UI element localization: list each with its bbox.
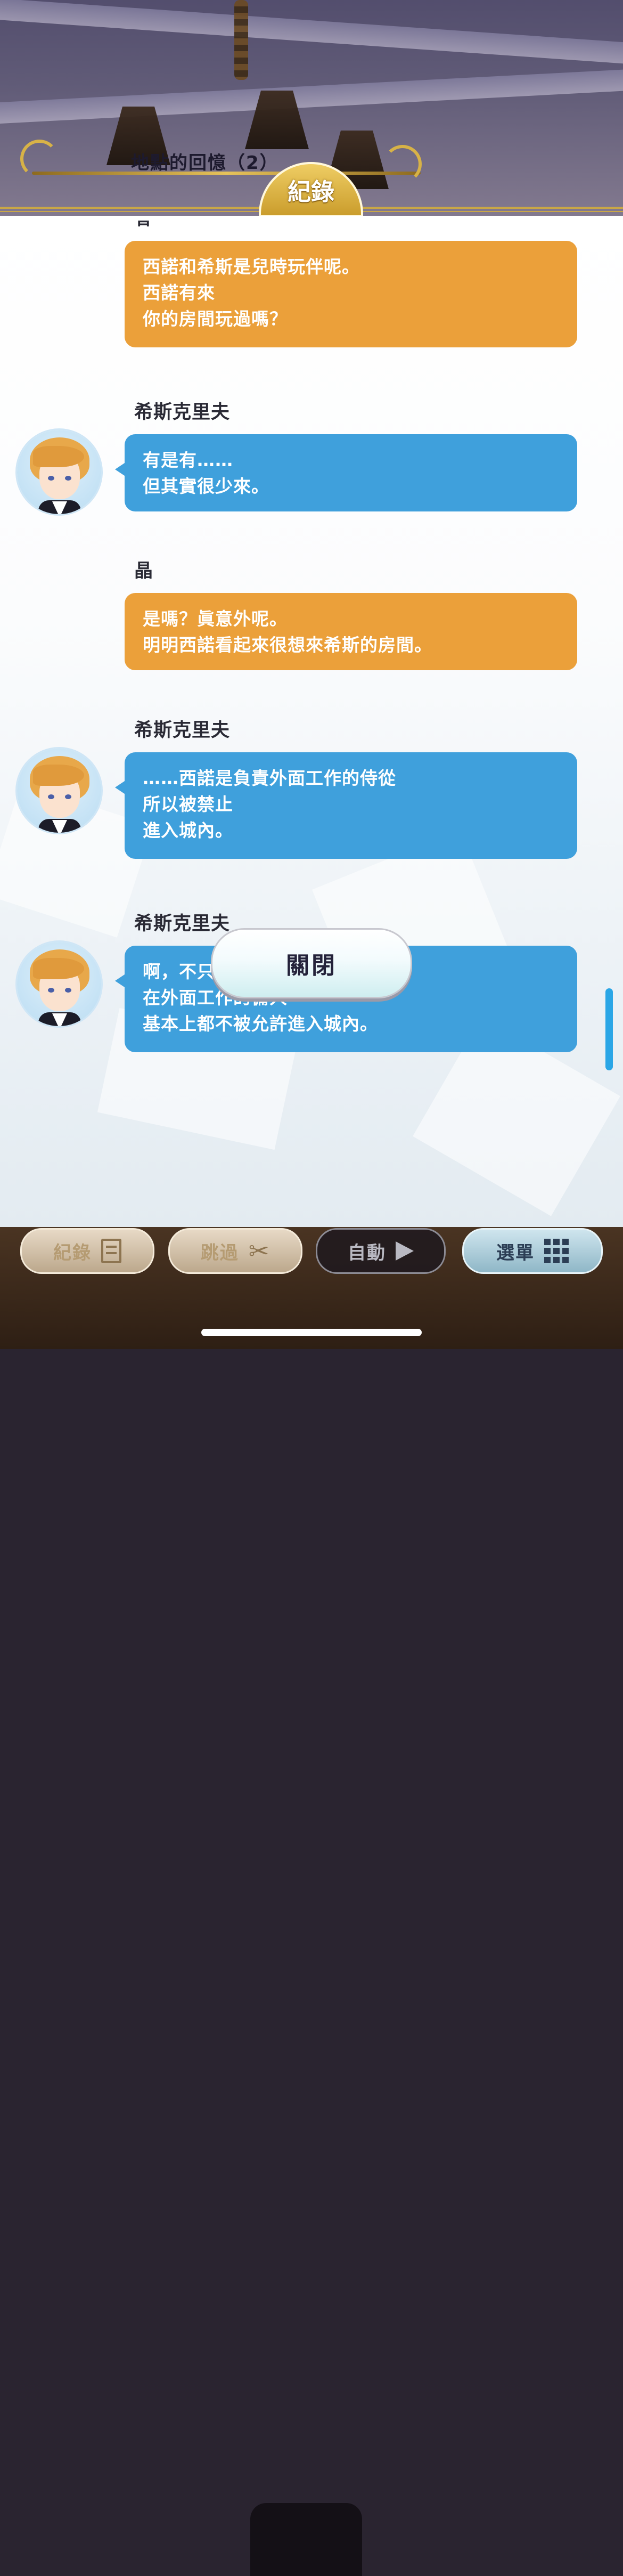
character-silhouette: [250, 2503, 362, 2576]
ornament-curl-right: [383, 145, 422, 183]
dialogue-line: ……西諾是負責外面工作的侍從: [143, 768, 396, 789]
dialogue-bubble: ……西諾是負責外面工作的侍從 所以被禁止 進入城內。: [115, 752, 577, 859]
dialogue-line: 你的房間玩過嗎？: [143, 308, 288, 329]
close-button[interactable]: 關閉: [211, 928, 412, 998]
dialogue-line: 明明西諾看起來很想來希斯的房間。: [143, 635, 432, 655]
log-icon: [101, 1239, 121, 1263]
scissors-icon: ✂: [248, 1237, 270, 1265]
log-button-label: 紀錄: [53, 1242, 92, 1264]
character-avatar: [17, 942, 101, 1026]
dialogue-line: 進入城內。: [143, 820, 233, 841]
dialogue-line: 有是有……: [143, 450, 233, 470]
speaker-name: 希斯克里夫: [134, 402, 231, 423]
dialogue-line: 是嗎？眞意外呢。: [143, 608, 288, 629]
auto-button-label: 自動: [348, 1242, 386, 1264]
speaker-name-cutoff: 晶: [134, 216, 153, 226]
play-icon: [396, 1241, 414, 1261]
character-avatar: [17, 430, 101, 514]
speaker-name: 晶: [134, 560, 154, 582]
auto-button[interactable]: 自動: [316, 1228, 446, 1274]
dialogue-line: 所以被禁止: [143, 794, 233, 815]
grid-icon: [544, 1239, 569, 1263]
dialogue-bubble: 西諾和希斯是兒時玩伴呢。 西諾有來 你的房間玩過嗎？: [125, 241, 577, 347]
menu-button-label: 選單: [496, 1242, 535, 1264]
ornament-curl-left: [20, 140, 59, 178]
scene-background: 地點的回憶（2） 紀錄: [0, 0, 623, 216]
speaker-name: 希斯克里夫: [134, 913, 231, 934]
log-button[interactable]: 紀錄: [20, 1228, 154, 1274]
dialogue-bubble: 是嗎？眞意外呢。 明明西諾看起來很想來希斯的房間。: [125, 593, 577, 670]
dialogue-bubble: 有是有…… 但其實很少來。: [115, 434, 577, 511]
dialogue-line: 基本上都不被允許進入城內。: [143, 1013, 378, 1034]
menu-button[interactable]: 選單: [462, 1228, 603, 1274]
dialogue-line: 西諾和希斯是兒時玩伴呢。: [143, 256, 360, 277]
log-panel[interactable]: 晶 西諾和希斯是兒時玩伴呢。 西諾有來 你的房間玩過嗎？ 希斯克里夫 有是有………: [0, 216, 623, 1227]
character-avatar: [17, 749, 101, 833]
skip-button[interactable]: 跳過 ✂: [168, 1228, 302, 1274]
skip-button-label: 跳過: [200, 1242, 239, 1264]
speaker-name: 希斯克里夫: [134, 720, 231, 741]
dialogue-line: 西諾有來: [143, 282, 215, 303]
ceiling-beam: [0, 0, 623, 67]
chandelier-chain: [234, 0, 248, 80]
scrollbar[interactable]: [605, 988, 613, 1070]
chapter-title: 地點的回憶（2）: [131, 152, 279, 174]
ceiling-beam: [0, 67, 623, 125]
home-indicator[interactable]: [201, 1329, 422, 1336]
dialogue-line: 但其實很少來。: [143, 476, 269, 497]
